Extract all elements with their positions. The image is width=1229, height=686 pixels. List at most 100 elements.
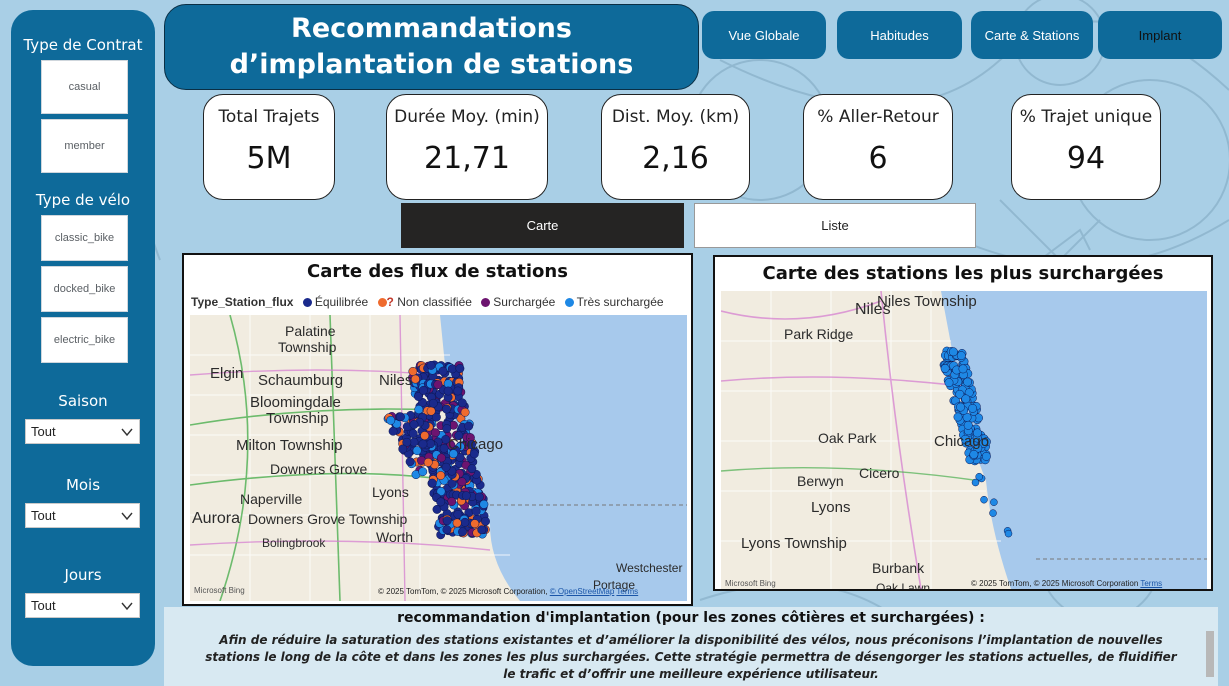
station-dot[interactable]: [436, 453, 446, 463]
copyright-text: © 2025 TomTom, © 2025 Microsoft Corporat…: [971, 579, 1139, 588]
station-dot[interactable]: [464, 421, 474, 431]
station-dot[interactable]: [958, 364, 968, 374]
station-dot[interactable]: [418, 439, 428, 449]
station-dot[interactable]: [990, 498, 998, 506]
station-dot[interactable]: [443, 386, 453, 396]
station-dot[interactable]: [408, 429, 418, 439]
station-dot[interactable]: [474, 492, 484, 502]
station-dot[interactable]: [481, 516, 490, 526]
toggle-carte-button[interactable]: Carte: [401, 203, 684, 248]
station-dot[interactable]: [963, 377, 973, 387]
station-dot[interactable]: [471, 506, 481, 516]
station-dot[interactable]: [980, 495, 988, 504]
station-dot[interactable]: [956, 351, 966, 361]
station-dot[interactable]: [410, 374, 420, 384]
map-label: Schaumburg: [258, 372, 344, 389]
scrollbar[interactable]: [1206, 631, 1214, 677]
station-dot[interactable]: [457, 398, 467, 408]
station-dot[interactable]: [447, 497, 457, 507]
recommendation-text: Afin de réduire la saturation des statio…: [205, 633, 1177, 681]
station-dot[interactable]: [470, 519, 480, 529]
nav-vue-globale[interactable]: Vue Globale: [702, 11, 826, 59]
station-dot[interactable]: [412, 446, 422, 456]
station-dot[interactable]: [460, 407, 470, 417]
station-dot[interactable]: [433, 380, 443, 390]
station-dot[interactable]: [458, 527, 467, 537]
station-dot[interactable]: [426, 360, 436, 370]
station-dot[interactable]: [940, 364, 950, 373]
station-dot[interactable]: [428, 398, 438, 408]
nav-implant[interactable]: Implant: [1098, 11, 1222, 59]
station-dot[interactable]: [963, 420, 973, 430]
station-dot[interactable]: [455, 364, 465, 373]
station-dot[interactable]: [457, 477, 467, 487]
map-label: Berwyn: [797, 473, 844, 489]
station-dot[interactable]: [420, 431, 430, 441]
station-dot[interactable]: [453, 386, 463, 396]
station-dot[interactable]: [427, 478, 437, 488]
station-dot[interactable]: [442, 516, 452, 526]
station-dot[interactable]: [426, 406, 436, 416]
toggle-liste-button[interactable]: Liste: [694, 203, 976, 248]
station-dot[interactable]: [969, 449, 979, 459]
station-dot[interactable]: [398, 444, 408, 454]
nav-carte-stations[interactable]: Carte & Stations: [971, 11, 1093, 59]
station-dot[interactable]: [409, 420, 419, 429]
map-label: Oak Park: [818, 430, 877, 446]
nav-habitudes[interactable]: Habitudes: [837, 11, 962, 59]
mois-dropdown[interactable]: Tout: [25, 503, 140, 528]
station-dot[interactable]: [436, 471, 446, 480]
osm-link[interactable]: © OpenStreetMap: [550, 587, 615, 596]
map-copyright: © 2025 TomTom, © 2025 Microsoft Corporat…: [971, 579, 1162, 588]
chevron-down-icon: [121, 428, 133, 437]
station-dot[interactable]: [479, 499, 489, 509]
terms-link[interactable]: Terms: [616, 587, 638, 596]
bike-option-electric[interactable]: electric_bike: [41, 317, 128, 363]
chevron-down-icon: [121, 602, 133, 611]
station-dot[interactable]: [442, 525, 452, 535]
station-dot[interactable]: [989, 509, 997, 517]
map-label: Milton Township: [236, 437, 343, 454]
station-dot[interactable]: [405, 457, 415, 467]
station-dot[interactable]: [971, 478, 980, 487]
contract-option-member[interactable]: member: [41, 119, 128, 173]
station-dot[interactable]: [438, 366, 448, 376]
station-dot[interactable]: [953, 412, 963, 422]
station-dot[interactable]: [396, 412, 405, 422]
bike-option-docked[interactable]: docked_bike: [41, 266, 128, 312]
station-dot[interactable]: [944, 378, 954, 388]
saison-dropdown[interactable]: Tout: [25, 419, 140, 444]
station-dot[interactable]: [477, 525, 487, 535]
station-dot[interactable]: [441, 462, 451, 472]
station-dot[interactable]: [956, 402, 966, 412]
station-dot[interactable]: [467, 464, 477, 474]
station-dot[interactable]: [386, 415, 396, 425]
station-dot[interactable]: [1004, 529, 1013, 538]
contract-option-casual[interactable]: casual: [41, 60, 128, 114]
station-dot[interactable]: [442, 404, 451, 414]
station-dot[interactable]: [442, 424, 452, 434]
map-label: Cicero: [859, 465, 900, 481]
station-dot[interactable]: [452, 518, 462, 528]
station-dot[interactable]: [423, 457, 433, 467]
station-dot[interactable]: [961, 394, 971, 404]
station-dot[interactable]: [460, 517, 470, 527]
station-dot[interactable]: [418, 467, 428, 477]
surcharge-map-title: Carte des stations les plus surchargées: [762, 263, 1164, 284]
station-dot[interactable]: [431, 428, 440, 438]
surcharge-map[interactable]: Niles Niles Township Park Ridge Oak Park…: [721, 291, 1207, 589]
map-label: Bloomingdale: [250, 394, 341, 411]
bike-option-classic[interactable]: classic_bike: [41, 215, 128, 261]
station-dot[interactable]: [436, 497, 446, 507]
station-dot[interactable]: [426, 439, 436, 449]
station-dot[interactable]: [981, 451, 991, 461]
station-dot[interactable]: [447, 364, 457, 374]
jours-dropdown[interactable]: Tout: [25, 593, 140, 618]
terms-link[interactable]: Terms: [1140, 579, 1162, 588]
station-dot[interactable]: [414, 405, 424, 414]
flux-map[interactable]: Palatine Township Elgin Schaumburg Niles…: [190, 315, 687, 601]
station-dot[interactable]: [948, 347, 958, 357]
station-dot[interactable]: [418, 385, 428, 395]
station-dot[interactable]: [968, 403, 978, 413]
station-dot[interactable]: [461, 491, 471, 501]
